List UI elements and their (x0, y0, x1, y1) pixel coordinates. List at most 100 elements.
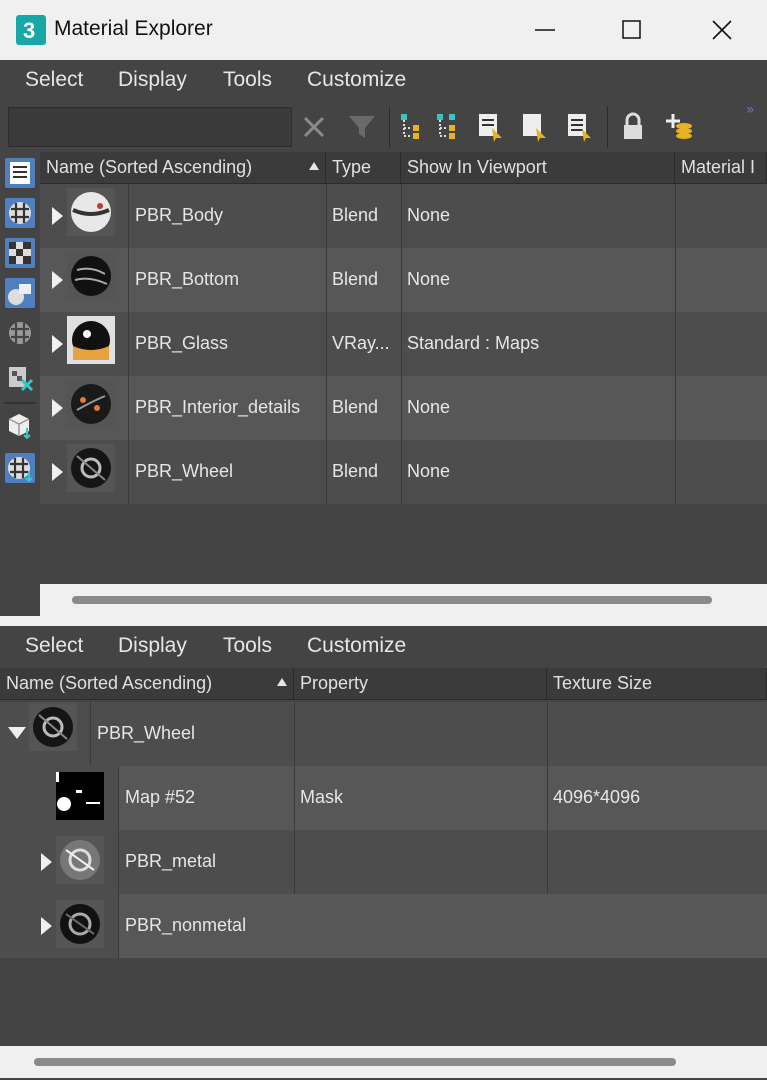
tree-row[interactable]: Map #52 Mask 4096*4096 (0, 766, 767, 830)
column-header-show-in-viewport[interactable]: Show In Viewport (401, 152, 675, 184)
material-name: PBR_Glass (135, 333, 229, 353)
material-type: Blend (332, 269, 379, 289)
close-button[interactable] (677, 0, 767, 60)
material-name: PBR_Interior_details (135, 397, 301, 417)
close-filter-icon[interactable] (297, 110, 331, 144)
material-thumbnail (67, 444, 115, 492)
map-name: Map #52 (125, 787, 196, 807)
material-name: PBR_metal (125, 851, 217, 871)
show-in-viewport[interactable]: None (407, 440, 673, 504)
menu-tools[interactable]: Tools (223, 68, 272, 92)
table-row[interactable]: PBR_Bottom Blend None (40, 248, 767, 312)
scrollbar-thumb[interactable] (34, 1058, 676, 1066)
material-tree-grid: Name (Sorted Ascending) Property Texture… (0, 668, 767, 1078)
minimize-button[interactable] (500, 0, 590, 60)
table-row[interactable]: PBR_Wheel Blend None (40, 440, 767, 504)
column-header-name[interactable]: Name (Sorted Ascending) (0, 668, 294, 700)
maximize-button[interactable] (587, 0, 677, 60)
expand-arrow-icon[interactable] (52, 271, 63, 289)
menu-select[interactable]: Select (25, 68, 83, 92)
material-thumbnail (56, 836, 104, 884)
left-icon-strip (0, 152, 40, 626)
add-layers-icon[interactable] (662, 110, 696, 144)
column-header-texture-size[interactable]: Texture Size (547, 668, 767, 700)
sort-ascending-icon (309, 162, 319, 170)
expand-arrow-icon[interactable] (52, 335, 63, 353)
menu-select[interactable]: Select (25, 634, 83, 658)
menu-customize[interactable]: Customize (307, 634, 406, 658)
missing-map-icon[interactable] (5, 363, 35, 393)
menu-display[interactable]: Display (118, 634, 187, 658)
table-row[interactable]: PBR_Body Blend None (40, 184, 767, 248)
texture-size: 4096*4096 (553, 787, 641, 807)
page-select-icon[interactable] (518, 110, 552, 144)
3dsmax-icon: 3 (16, 15, 46, 45)
panel-splitter[interactable] (0, 616, 767, 626)
column-header-property[interactable]: Property (294, 668, 547, 700)
tree-row[interactable]: PBR_nonmetal (0, 894, 767, 958)
material-name: PBR_Wheel (97, 723, 196, 743)
scene-objects-icon[interactable] (5, 278, 35, 308)
box-down-icon[interactable] (5, 410, 35, 440)
tree-row[interactable]: PBR_metal (0, 830, 767, 894)
column-header-name[interactable]: Name (Sorted Ascending) (40, 152, 326, 184)
lock-icon[interactable] (616, 110, 650, 144)
minimize-icon (535, 29, 555, 31)
top-menu-bar: Select Display Tools Customize (0, 60, 767, 102)
table-row[interactable]: PBR_Interior_details Blend None (40, 376, 767, 440)
toolbar-overflow-icon[interactable]: » (746, 102, 755, 118)
expand-arrow-icon[interactable] (41, 853, 52, 871)
checker-map-icon[interactable] (5, 238, 35, 268)
material-name: PBR_nonmetal (125, 915, 247, 935)
scrollbar-thumb[interactable] (72, 596, 712, 604)
material-sphere-icon[interactable] (5, 198, 35, 228)
material-grid: Name (Sorted Ascending) Type Show In Vie… (40, 152, 767, 626)
show-in-viewport[interactable]: None (407, 248, 673, 312)
hierarchy-expand-icon[interactable] (396, 110, 430, 144)
table-row[interactable]: PBR_Glass VRay... Standard : Maps (40, 312, 767, 376)
show-in-viewport[interactable]: None (407, 376, 673, 440)
menu-display[interactable]: Display (118, 68, 187, 92)
show-in-viewport[interactable]: Standard : Maps (407, 312, 673, 376)
material-name: PBR_Body (135, 205, 224, 225)
sort-ascending-icon (277, 678, 287, 686)
material-name: PBR_Bottom (135, 269, 240, 289)
horizontal-scrollbar[interactable] (0, 1046, 767, 1078)
tree-row[interactable]: PBR_Wheel (0, 702, 767, 766)
expand-arrow-icon[interactable] (52, 463, 63, 481)
window-title: Material Explorer (54, 17, 213, 40)
collapse-arrow-icon[interactable] (8, 727, 26, 739)
property (300, 702, 545, 766)
svg-text:3: 3 (23, 18, 35, 43)
material-type: Blend (332, 461, 379, 481)
search-input[interactable] (8, 107, 292, 147)
menu-tools[interactable]: Tools (223, 634, 272, 658)
document-list-icon[interactable] (563, 110, 597, 144)
material-thumbnail (67, 252, 115, 300)
material-type: VRay... (332, 333, 390, 353)
funnel-icon[interactable] (345, 110, 379, 144)
close-icon (712, 20, 732, 40)
property (300, 830, 545, 894)
material-type: Blend (332, 397, 379, 417)
property: Mask (300, 787, 344, 807)
hierarchy-collapse-icon[interactable] (432, 110, 466, 144)
expand-arrow-icon[interactable] (41, 917, 52, 935)
expand-arrow-icon[interactable] (52, 399, 63, 417)
material-thumbnail (56, 900, 104, 948)
column-header-type[interactable]: Type (326, 152, 401, 184)
document-select-icon[interactable] (474, 110, 508, 144)
show-in-viewport[interactable]: None (407, 184, 673, 248)
list-view-icon[interactable] (5, 158, 35, 188)
title-bar: 3 Material Explorer (0, 0, 767, 60)
expand-arrow-icon[interactable] (52, 207, 63, 225)
checker-fade-icon[interactable] (5, 318, 35, 348)
material-thumbnail (67, 380, 115, 428)
maximize-icon (622, 20, 641, 39)
toolbar: » (0, 102, 767, 152)
horizontal-scrollbar[interactable] (40, 584, 767, 616)
texture-size (553, 702, 763, 766)
sphere-down-icon[interactable] (5, 453, 35, 483)
column-header-material-id[interactable]: Material I (675, 152, 767, 184)
menu-customize[interactable]: Customize (307, 68, 406, 92)
